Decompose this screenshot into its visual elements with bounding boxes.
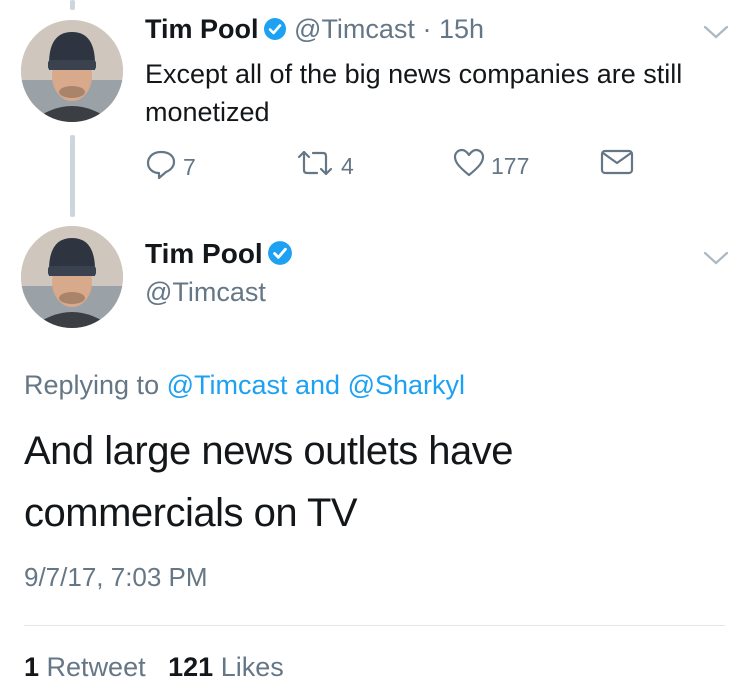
divider	[24, 625, 725, 626]
tweet-text: And large news outlets have commercials …	[24, 429, 514, 535]
like-count: 177	[491, 152, 530, 179]
thread-line-top	[70, 0, 75, 10]
retweet-icon	[295, 148, 335, 184]
tweet-timestamp[interactable]: 9/7/17, 7:03 PM	[24, 562, 208, 593]
tweet-stats: 1 Retweet 121 Likes	[24, 652, 284, 683]
likes-stat[interactable]: 121 Likes	[168, 652, 284, 682]
author-name-row: Tim Pool	[145, 238, 293, 273]
tweet-actions: 7 4 177	[145, 148, 665, 184]
direct-message-icon	[600, 148, 634, 182]
retweets-stat[interactable]: 1 Retweet	[24, 652, 146, 682]
avatar[interactable]	[21, 226, 123, 328]
tweet1-header: Tim Pool @Timcast · 15h	[145, 14, 484, 48]
reply-and: and	[287, 370, 348, 400]
author-name[interactable]: Tim Pool	[145, 238, 263, 269]
reply-icon	[145, 148, 177, 186]
thread-line-bottom	[70, 135, 75, 217]
author-handle[interactable]: @Timcast	[145, 277, 266, 308]
chevron-down-icon[interactable]	[703, 24, 729, 45]
mention-link[interactable]: @Sharkyl	[348, 370, 465, 400]
like-button[interactable]: 177	[453, 148, 529, 184]
likes-count: 121	[168, 652, 214, 682]
tweet-text: Except all of the big news companies are…	[145, 59, 683, 127]
mention-link[interactable]: @Timcast	[167, 370, 288, 400]
time-separator: ·	[414, 14, 439, 44]
author-name[interactable]: Tim Pool	[145, 14, 259, 44]
retweet-button[interactable]: 4	[295, 148, 354, 184]
verified-badge-icon	[263, 17, 287, 48]
verified-badge-icon	[267, 240, 293, 273]
replying-to: Replying to @Timcast and @Sharkyl	[24, 370, 465, 401]
avatar[interactable]	[21, 20, 123, 122]
retweets-label: Retweet	[46, 652, 146, 682]
reply-button[interactable]: 7	[145, 148, 196, 186]
retweets-count: 1	[24, 652, 40, 682]
replying-prefix: Replying to	[24, 370, 167, 400]
author-handle[interactable]: @Timcast	[294, 14, 415, 44]
heart-icon	[453, 148, 485, 184]
chevron-down-icon[interactable]	[703, 250, 729, 271]
likes-label: Likes	[220, 652, 284, 682]
reply-count: 7	[183, 153, 196, 180]
direct-message-button[interactable]	[600, 148, 634, 182]
retweet-count: 4	[341, 152, 354, 179]
tweet-time[interactable]: 15h	[439, 14, 484, 44]
